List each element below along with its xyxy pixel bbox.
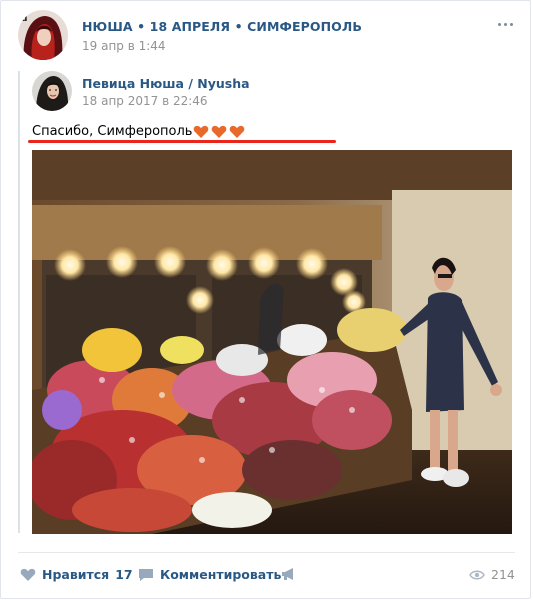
repost-divider [18,71,20,533]
community-avatar[interactable]: d [18,10,68,60]
highlight-underline [28,140,336,143]
wall-post: d НЮША • 18 АПРЕЛЯ • СИМФЕРОПОЛЬ 19 апр … [0,0,531,599]
like-count: 17 [115,567,133,582]
post-menu-icon[interactable] [498,20,518,28]
eye-icon [469,570,485,579]
views-count: 214 [491,567,515,582]
comment-button[interactable]: Комментировать [138,567,281,582]
heart-emojis [193,125,245,139]
svg-text:d: d [21,14,27,24]
post-author[interactable]: НЮША • 18 АПРЕЛЯ • СИМФЕРОПОЛЬ [82,19,362,34]
heart-emoji-icon [212,125,227,138]
post-text-body: Спасибо, Симферополь [32,124,193,139]
post-date[interactable]: 19 апр в 1:44 [82,39,166,53]
heart-emoji-icon [194,125,209,138]
like-button[interactable]: Нравится 17 [20,567,133,582]
footer-divider [18,552,515,553]
megaphone-icon [282,568,293,580]
heart-emoji-icon [230,125,245,138]
comment-label: Комментировать [160,567,282,582]
post-photo[interactable] [32,150,512,534]
repost-author-avatar[interactable] [32,71,72,111]
post-text: Спасибо, Симферополь [32,124,245,139]
repost-date[interactable]: 18 апр 2017 в 22:46 [82,94,208,108]
heart-icon [20,568,36,581]
comment-icon [139,568,153,581]
like-label: Нравится [42,567,110,582]
share-button[interactable] [281,567,303,581]
views-counter: 214 [469,567,515,582]
repost-author[interactable]: Певица Нюша / Nyusha [82,76,250,91]
